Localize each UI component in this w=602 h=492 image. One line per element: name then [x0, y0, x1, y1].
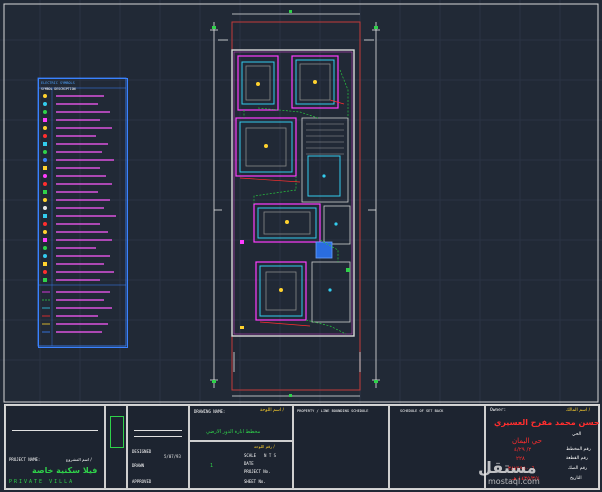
plan-value: ٢/ ٤/٢٩: [514, 447, 532, 453]
parcel-label: رقم القطعة: [566, 456, 588, 461]
scale-label: SCALE: [244, 453, 257, 458]
property-schedule-label: PROPERTY / LINE BOUNDING SCHEDULE: [297, 409, 369, 413]
electric-symbols-legend: ELECTRIC SYMBOLS SYMBOL DESCRIPTION: [38, 78, 128, 348]
drawing-name-ar-label: اسم اللوحة /: [260, 408, 285, 413]
project-name-value: فيلا سكنية خاصة: [32, 466, 98, 475]
district-label: الحي: [572, 432, 582, 437]
project-cell: PROJECT NAME: اسم المشروع / فيلا سكنية خ…: [5, 405, 105, 489]
designed-value: 5/07/93: [164, 454, 181, 459]
deed-date-label: التاريخ: [570, 476, 582, 481]
scale-value: N T S: [264, 453, 277, 458]
project-no-label: PROJECT No.: [244, 469, 271, 474]
project-name-en: PRIVATE VILLA: [9, 479, 75, 485]
approvals-cell: DESIGNED 5/07/93 DRAWN APPROVED: [127, 405, 189, 489]
owner-value: حسن محمد مفرح العسيري: [494, 418, 600, 427]
legend-subtitle: SYMBOL DESCRIPTION: [41, 87, 76, 91]
owner-ar-label: اسم المالك /: [566, 408, 591, 413]
deed-label: رقم الصك: [568, 466, 588, 471]
owner-label: Owner:: [490, 408, 507, 413]
logo-cell: [105, 405, 127, 489]
plan-label: رقم المخطط: [566, 447, 591, 452]
cad-drawing-canvas: ELECTRIC SYMBOLS SYMBOL DESCRIPTION PROJ…: [0, 0, 602, 492]
legend-title: ELECTRIC SYMBOLS: [41, 81, 75, 85]
building-outline: [231, 49, 355, 337]
sheet-no-label: SHEET No.: [244, 479, 266, 484]
designed-label: DESIGNED: [132, 449, 152, 454]
approved-label: APPROVED: [132, 479, 152, 484]
logo-mark: [110, 416, 124, 448]
drawing-name-cell: DRAWING NAME: اسم اللوحة / مخطط انارة ال…: [189, 405, 293, 441]
date-label: DATE: [244, 461, 254, 466]
sheet-ar-label: رقم اللوحة /: [254, 444, 275, 449]
setback-cell: SCHEDULE OF SET BACK: [389, 405, 485, 489]
watermark-url: mostaql.com: [488, 477, 540, 486]
project-name-ar-label: اسم المشروع /: [66, 457, 92, 462]
watermark-logo: مستقل: [478, 458, 537, 477]
drawing-name-label: DRAWING NAME:: [194, 409, 226, 414]
drawing-name-value: مخطط انارة الدور الارضي: [206, 429, 261, 435]
drawn-label: DRAWN: [132, 463, 145, 468]
sheet-value: 1: [210, 463, 214, 469]
setback-label: SCHEDULE OF SET BACK: [400, 409, 444, 413]
scale-cell: رقم اللوحة / 1 SCALE N T S DATE PROJECT …: [189, 441, 293, 489]
property-schedule-cell: PROPERTY / LINE BOUNDING SCHEDULE: [293, 405, 389, 489]
district-value: حي اليمان: [512, 437, 542, 445]
project-name-label: PROJECT NAME:: [9, 457, 41, 462]
